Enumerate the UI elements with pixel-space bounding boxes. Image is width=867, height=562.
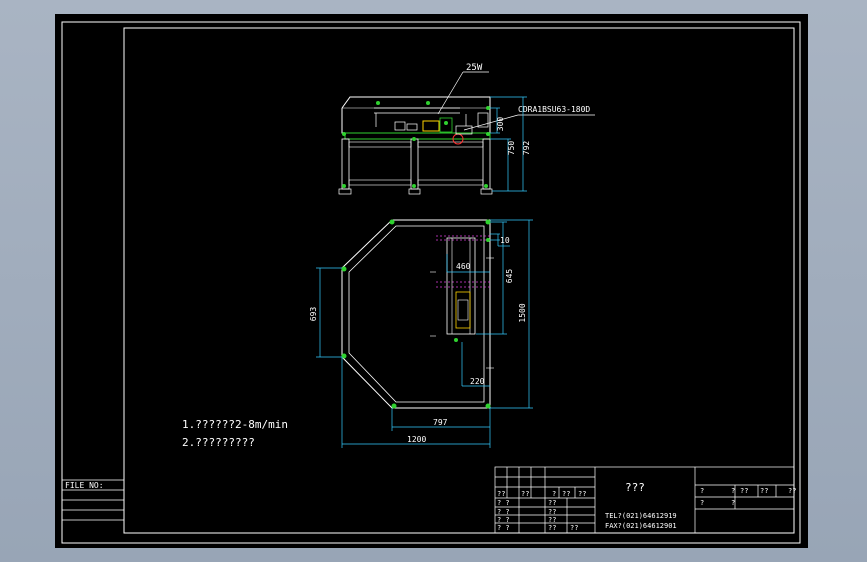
note-line-2: 2.?????????: [182, 436, 255, 449]
svg-text:??: ??: [578, 490, 586, 498]
dim-1500: 1500: [518, 303, 527, 322]
svg-text:??: ??: [548, 524, 556, 532]
svg-text:??: ??: [521, 490, 529, 498]
note-line-1: 1.??????2-8m/min: [182, 418, 288, 431]
svg-text:? ?: ? ?: [497, 499, 510, 507]
svg-text:??: ??: [562, 490, 570, 498]
title-block-tel: TEL?(021)64612919: [605, 512, 677, 520]
title-block-fax: FAX?(021)64612901: [605, 522, 677, 530]
svg-text:?: ?: [700, 499, 704, 507]
dim-792: 792: [522, 141, 531, 156]
svg-text:??: ??: [760, 487, 768, 495]
dim-220: 220: [470, 377, 485, 386]
svg-text:? ?: ? ?: [497, 516, 510, 524]
svg-text:?: ?: [731, 487, 735, 495]
svg-text:?: ?: [700, 487, 704, 495]
cylinder-label: CDRA1BSU63-180D: [518, 105, 590, 114]
svg-text:? ?: ? ?: [497, 524, 510, 532]
dim-460: 460: [456, 262, 471, 271]
svg-text:?: ?: [552, 490, 556, 498]
dim-1200: 1200: [407, 435, 426, 444]
svg-text:??: ??: [548, 508, 556, 516]
dim-10: 10: [500, 236, 510, 245]
svg-text:??: ??: [548, 516, 556, 524]
title-block-title: ???: [625, 481, 645, 494]
file-no-label: FILE NO:: [65, 481, 104, 490]
motor-label: 25W: [466, 63, 483, 73]
svg-text:??: ??: [570, 524, 578, 532]
svg-text:??: ??: [497, 490, 505, 498]
svg-text:? ?: ? ?: [497, 508, 510, 516]
svg-text:?: ?: [731, 499, 735, 507]
dim-797: 797: [433, 418, 448, 427]
svg-text:??: ??: [548, 499, 556, 507]
cad-drawing: FILE NO: 25W CDRA1BSU63-180D 300 750 792…: [55, 14, 808, 548]
dim-300: 300: [496, 117, 505, 132]
cad-viewport[interactable]: FILE NO: 25W CDRA1BSU63-180D 300 750 792…: [0, 0, 867, 562]
dim-645: 645: [505, 269, 514, 284]
dim-693: 693: [309, 307, 318, 322]
svg-text:??: ??: [788, 487, 796, 495]
svg-text:??: ??: [740, 487, 748, 495]
dim-750: 750: [507, 141, 516, 156]
